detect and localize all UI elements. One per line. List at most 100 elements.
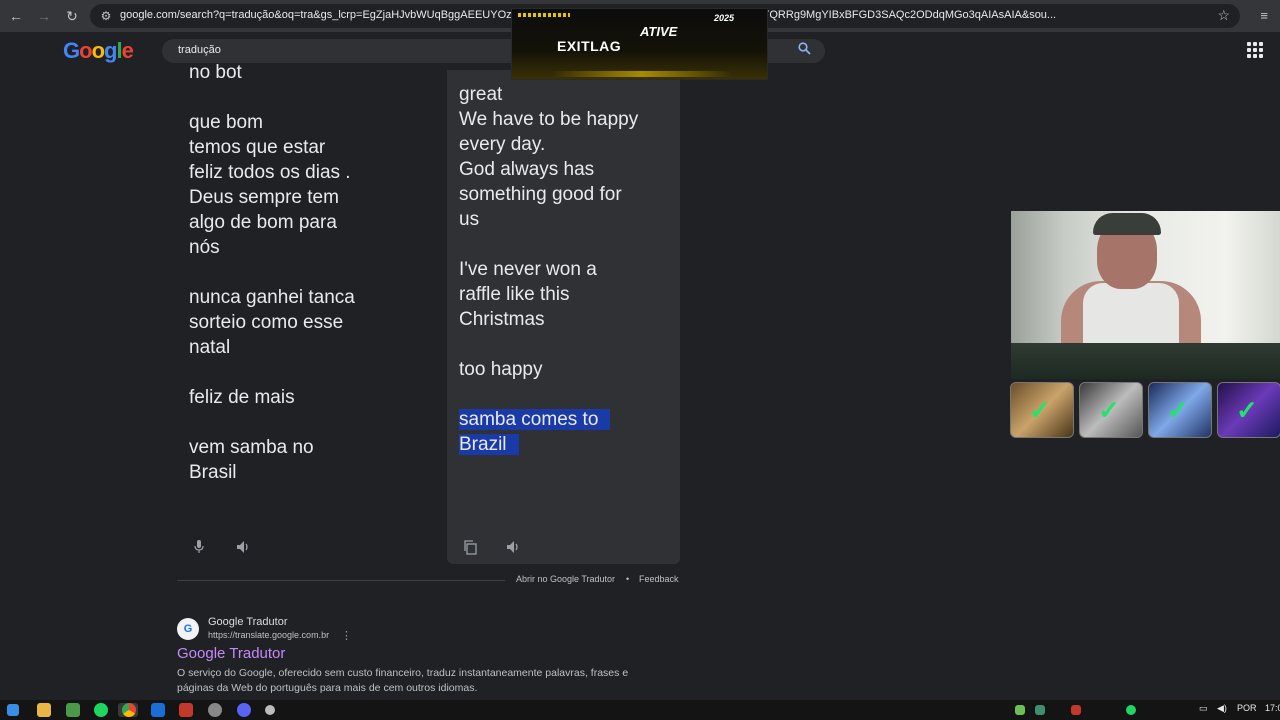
translated-line: too happy <box>459 357 638 382</box>
line-text: us <box>459 209 480 230</box>
tray-icon[interactable] <box>1126 705 1136 715</box>
translated-text: great We have to be happy every day. God al… <box>459 82 638 457</box>
result-url: https://translate.google.com.br <box>208 630 330 640</box>
banner-glow <box>552 71 732 77</box>
discord-icon[interactable] <box>237 703 251 717</box>
chrome-icon[interactable] <box>122 703 136 717</box>
link-separator: • <box>626 574 630 584</box>
check-icon: ✓ <box>1029 395 1051 425</box>
translated-line: We have to be happy <box>459 107 638 132</box>
translated-line <box>459 332 638 357</box>
line-text: great <box>459 84 503 105</box>
source-line <box>189 360 355 385</box>
tray-icon[interactable] <box>1015 705 1025 715</box>
result-title-link[interactable]: Google Tradutor <box>177 645 285 662</box>
result-site-name: Google Tradutor <box>208 616 288 628</box>
feedback-link[interactable]: Feedback <box>639 574 679 584</box>
source-text: no bot que bom temos que estar feliz todos … <box>189 60 355 485</box>
copy-icon[interactable] <box>463 540 477 558</box>
source-line: Deus sempre tem <box>189 187 339 208</box>
item-slot: ✓ <box>1010 382 1074 438</box>
source-line: nós <box>189 237 220 258</box>
site-info-icon[interactable]: ⚙ <box>98 8 114 24</box>
result-description: O serviço do Google, oferecido sem custo… <box>177 667 629 694</box>
line-text: something good for <box>459 184 622 205</box>
volume-icon[interactable]: ◀) <box>1217 703 1227 714</box>
translated-line: Brazil <box>459 432 638 457</box>
exitlag-overlay-banner: EXITLAG ATIVE 2025 <box>511 8 768 80</box>
tray-icon[interactable] <box>1035 705 1045 715</box>
source-line: temos que estar <box>189 137 326 158</box>
app-icon[interactable] <box>151 703 165 717</box>
network-icon[interactable]: ▭ <box>1199 703 1208 714</box>
settings-icon[interactable] <box>265 705 275 715</box>
translated-line <box>459 232 638 257</box>
line-text: every day. <box>459 134 546 155</box>
translated-line: God always has <box>459 157 638 182</box>
listen-source-icon[interactable] <box>236 540 251 557</box>
translated-line: raffle like this <box>459 282 638 307</box>
logo-letter: G <box>63 38 80 63</box>
microphone-icon[interactable] <box>194 540 204 557</box>
logo-letter: o <box>91 38 105 63</box>
source-line: nunca ganhei tanca <box>189 287 355 308</box>
banner-stripe <box>518 13 570 17</box>
source-line <box>189 260 355 285</box>
translated-line: I've never won a <box>459 257 638 282</box>
app-icon[interactable] <box>66 703 80 717</box>
source-line <box>189 410 355 435</box>
line-text: God always has <box>459 159 595 180</box>
more-options-icon[interactable]: ⋮ <box>341 629 352 642</box>
customize-icon[interactable]: ≡ <box>1260 8 1268 23</box>
tray-icon[interactable] <box>1071 705 1081 715</box>
google-logo[interactable]: Google <box>63 38 134 64</box>
banner-promo: ATIVE <box>640 24 678 39</box>
app-icon[interactable] <box>208 703 222 717</box>
source-line: algo de bom para <box>189 212 337 233</box>
source-text-pane[interactable]: no bot que bom temos que estar feliz todos … <box>177 58 445 568</box>
banner-year: 2025 <box>714 13 735 23</box>
divider <box>177 580 505 581</box>
line-text: Christmas <box>459 309 545 330</box>
translate-favicon-icon: G <box>177 618 199 640</box>
check-icon: ✓ <box>1236 395 1258 425</box>
translation-pane: great We have to be happy every day. God al… <box>447 70 680 564</box>
line-text: I've never won a <box>459 259 597 280</box>
check-icon: ✓ <box>1167 395 1189 425</box>
translated-line: great <box>459 82 638 107</box>
translated-line: samba comes to <box>459 407 638 432</box>
line-text: too happy <box>459 359 543 380</box>
translated-line: something good for <box>459 182 638 207</box>
open-translator-link[interactable]: Abrir no Google Tradutor <box>516 574 615 584</box>
reload-icon[interactable]: ↻ <box>64 8 80 24</box>
source-line: feliz todos os dias . <box>189 162 351 183</box>
clock[interactable]: 17:0 <box>1265 703 1280 713</box>
line-text: raffle like this <box>459 284 570 305</box>
app-icon[interactable] <box>179 703 193 717</box>
apps-grid-icon[interactable] <box>1247 42 1263 58</box>
selected-text: Brazil <box>459 434 519 455</box>
webcam-feed <box>1011 211 1280 379</box>
source-line: sorteio como esse <box>189 312 344 333</box>
logo-letter: e <box>121 38 134 63</box>
taskbar: ▭ ◀) POR 17:0 <box>0 700 1280 720</box>
source-line <box>189 85 355 110</box>
listen-translation-icon[interactable] <box>506 540 521 557</box>
spotify-icon[interactable] <box>94 703 108 717</box>
bookmark-star-icon[interactable]: ☆ <box>1217 7 1230 24</box>
translated-line: us <box>459 207 638 232</box>
translated-line: Christmas <box>459 307 638 332</box>
file-explorer-icon[interactable] <box>37 703 51 717</box>
back-icon[interactable]: ← <box>8 8 24 24</box>
source-line: feliz de mais <box>189 387 295 408</box>
source-line: natal <box>189 337 231 358</box>
translated-line <box>459 382 638 407</box>
language-indicator[interactable]: POR <box>1237 703 1257 713</box>
start-icon[interactable] <box>7 704 19 716</box>
translated-line: every day. <box>459 132 638 157</box>
search-input[interactable]: tradução <box>178 44 221 56</box>
logo-letter: g <box>104 38 117 63</box>
search-icon[interactable] <box>798 42 811 58</box>
source-line: Brasil <box>189 462 237 483</box>
forward-icon[interactable]: → <box>36 8 52 24</box>
